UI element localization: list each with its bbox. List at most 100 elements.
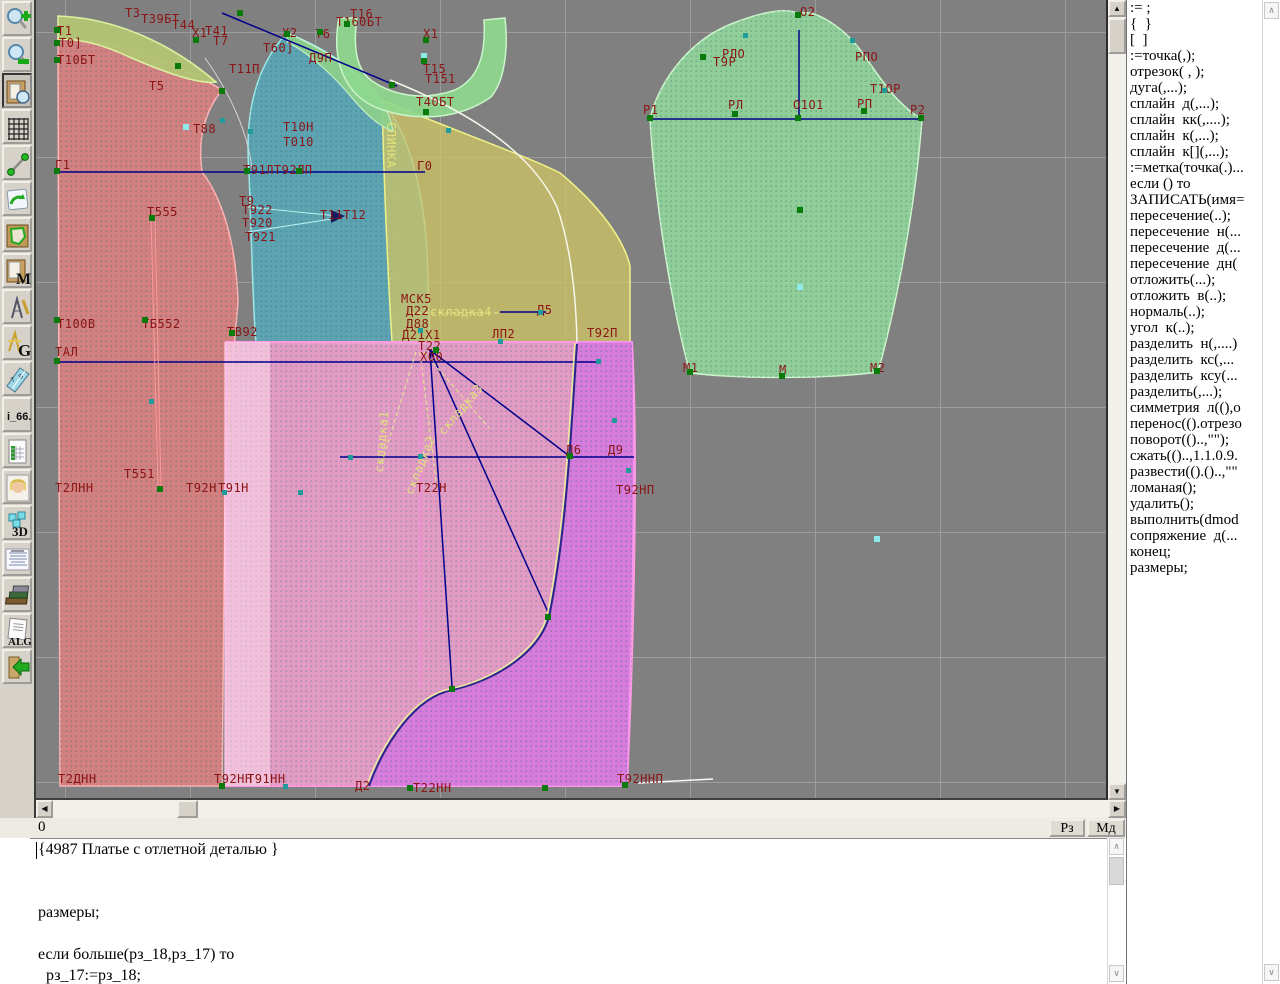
command-scroll-up-button[interactable]: ∧ <box>1264 2 1279 19</box>
command-item[interactable]: сплайн д(,...); <box>1127 96 1262 112</box>
toolbar-i66-button-button[interactable]: i_66. <box>2 397 32 432</box>
canvas-scroll-right-button[interactable]: ▶ <box>1108 800 1126 818</box>
command-item[interactable]: перенос(().отрезо <box>1127 416 1262 432</box>
command-item[interactable]: нормаль(..); <box>1127 304 1262 320</box>
command-item[interactable]: :=метка(точка(.)... <box>1127 160 1262 176</box>
zoom-out-icon <box>5 41 31 71</box>
command-item[interactable]: [ ] <box>1127 32 1262 48</box>
text-list-icon <box>5 545 31 575</box>
toolbar-algorithm-doc-button[interactable]: ALG <box>2 613 32 648</box>
toolbar-g-tools-button[interactable]: G <box>2 325 32 360</box>
command-item[interactable]: := ; <box>1127 0 1262 16</box>
toolbar-image-export-button[interactable] <box>2 181 32 216</box>
command-item[interactable]: пересечение д(... <box>1127 240 1262 256</box>
toolbar-text-list-button[interactable] <box>2 541 32 576</box>
md-button[interactable]: Мд <box>1087 819 1125 837</box>
toolbar-zoom-out-button[interactable] <box>2 37 32 72</box>
command-scroll-down-button[interactable]: ∨ <box>1264 964 1279 981</box>
command-item[interactable]: ЗАПИСАТЬ(имя= <box>1127 192 1262 208</box>
command-item[interactable]: симметрия л((),о <box>1127 400 1262 416</box>
i66-button-icon: i_66. <box>5 401 31 431</box>
toolbar-measure-tape-button[interactable]: 78 <box>2 361 32 396</box>
drawing-tools-icon <box>5 293 31 323</box>
toolbar-pattern-piece-button[interactable] <box>2 217 32 252</box>
editor-scroll-down-button[interactable]: ∨ <box>1109 965 1124 982</box>
command-list: := ;{ }[ ]:=точка(,);отрезок( , );дуга(,… <box>1126 0 1262 984</box>
toolbar-drawing-tools-button[interactable] <box>2 289 32 324</box>
toolbar-zoom-in-button[interactable] <box>2 1 32 36</box>
rz-button[interactable]: Рз <box>1049 819 1085 837</box>
command-item[interactable]: дуга(,...); <box>1127 80 1262 96</box>
command-item[interactable]: конец; <box>1127 544 1262 560</box>
command-item[interactable]: развести(().()..,"" <box>1127 464 1262 480</box>
toolbar-model-photo-button[interactable] <box>2 469 32 504</box>
status-row: 0 Рз Мд <box>0 818 1126 838</box>
editor-line: {4987 Платье с отлетной деталью } <box>30 839 1107 860</box>
canvas-vscroll-thumb[interactable] <box>1108 18 1126 54</box>
canvas-scroll-left-button[interactable]: ◀ <box>36 800 53 818</box>
command-item[interactable]: размеры; <box>1127 560 1262 576</box>
toolbar-grid-button[interactable] <box>2 109 32 144</box>
editor-line: если больше(рз_18,рз_17) то <box>30 944 1107 965</box>
toolbar-exit-button[interactable] <box>2 649 32 684</box>
pattern-piece-icon <box>5 221 31 251</box>
command-item[interactable]: разделить(,...); <box>1127 384 1262 400</box>
program-editor[interactable]: {4987 Платье с отлетной деталью } размер… <box>30 838 1107 984</box>
toolbar-m-document-button[interactable]: M <box>2 253 32 288</box>
canvas-hscrollbar[interactable] <box>36 800 1126 818</box>
toolbar-sheet-preview-button[interactable] <box>2 73 32 108</box>
segment-icon <box>5 149 31 179</box>
drawing-canvas[interactable] <box>36 0 1108 800</box>
command-item[interactable]: ломаная(); <box>1127 480 1262 496</box>
command-item[interactable]: поворот(()..,""); <box>1127 432 1262 448</box>
command-item[interactable]: если () то <box>1127 176 1262 192</box>
command-list-scrollbar[interactable]: ∧ ∨ <box>1262 0 1280 984</box>
canvas-hscroll-thumb[interactable] <box>177 800 198 818</box>
g-tools-icon: G <box>5 329 31 359</box>
svg-text:G: G <box>18 341 31 359</box>
command-item[interactable]: угол к(..); <box>1127 320 1262 336</box>
command-item[interactable]: отрезок( , ); <box>1127 64 1262 80</box>
command-item[interactable]: сжать(()..,1.1.0.9. <box>1127 448 1262 464</box>
command-item[interactable]: :=точка(,); <box>1127 48 1262 64</box>
editor-line: рз_17:=рз_18; <box>30 965 1107 984</box>
canvas-vscrollbar[interactable] <box>1108 0 1126 800</box>
sheet-preview-icon <box>5 77 31 107</box>
command-item[interactable]: отложить в(..); <box>1127 288 1262 304</box>
toolbar-segment-button[interactable] <box>2 145 32 180</box>
editor-line <box>30 923 1107 944</box>
toolbar-size-table-button[interactable] <box>2 433 32 468</box>
model-photo-icon <box>5 473 31 503</box>
toolbar-view-3d-button[interactable]: 3D <box>2 505 32 540</box>
command-item[interactable]: пересечение(..); <box>1127 208 1262 224</box>
command-item[interactable]: выполнить(dmod <box>1127 512 1262 528</box>
command-item[interactable]: отложить(...); <box>1127 272 1262 288</box>
measure-tape-icon: 78 <box>5 365 31 395</box>
command-item[interactable]: разделить ксу(... <box>1127 368 1262 384</box>
coordinate-indicator: 0 <box>38 819 46 836</box>
editor-scroll-up-button[interactable]: ∧ <box>1109 838 1124 855</box>
command-item[interactable]: удалить(); <box>1127 496 1262 512</box>
image-export-icon <box>5 185 31 215</box>
editor-vscrollbar[interactable]: ∧ ∨ <box>1107 838 1126 984</box>
command-item[interactable]: { } <box>1127 16 1262 32</box>
command-item[interactable]: сопряжение д(... <box>1127 528 1262 544</box>
editor-vscroll-thumb[interactable] <box>1109 857 1124 885</box>
canvas-scroll-down-button[interactable]: ▼ <box>1108 783 1126 800</box>
toolbar-reference-books-button[interactable] <box>2 577 32 612</box>
left-toolbar: M G 78 i_66. 3D ALG <box>0 0 34 820</box>
svg-text:3D: 3D <box>12 524 28 539</box>
canvas-scroll-up-button[interactable]: ▲ <box>1108 0 1126 17</box>
command-item[interactable]: разделить кс(,... <box>1127 352 1262 368</box>
grid-icon <box>5 113 31 143</box>
command-item[interactable]: сплайн кк(,....); <box>1127 112 1262 128</box>
size-table-icon <box>5 437 31 467</box>
text-caret <box>36 842 37 859</box>
editor-line: размеры; <box>30 902 1107 923</box>
command-item[interactable]: сплайн к[](,...); <box>1127 144 1262 160</box>
command-item[interactable]: разделить н(,....) <box>1127 336 1262 352</box>
command-item[interactable]: пересечение дн( <box>1127 256 1262 272</box>
algorithm-doc-icon: ALG <box>5 617 31 647</box>
command-item[interactable]: сплайн к(,...); <box>1127 128 1262 144</box>
command-item[interactable]: пересечение н(... <box>1127 224 1262 240</box>
